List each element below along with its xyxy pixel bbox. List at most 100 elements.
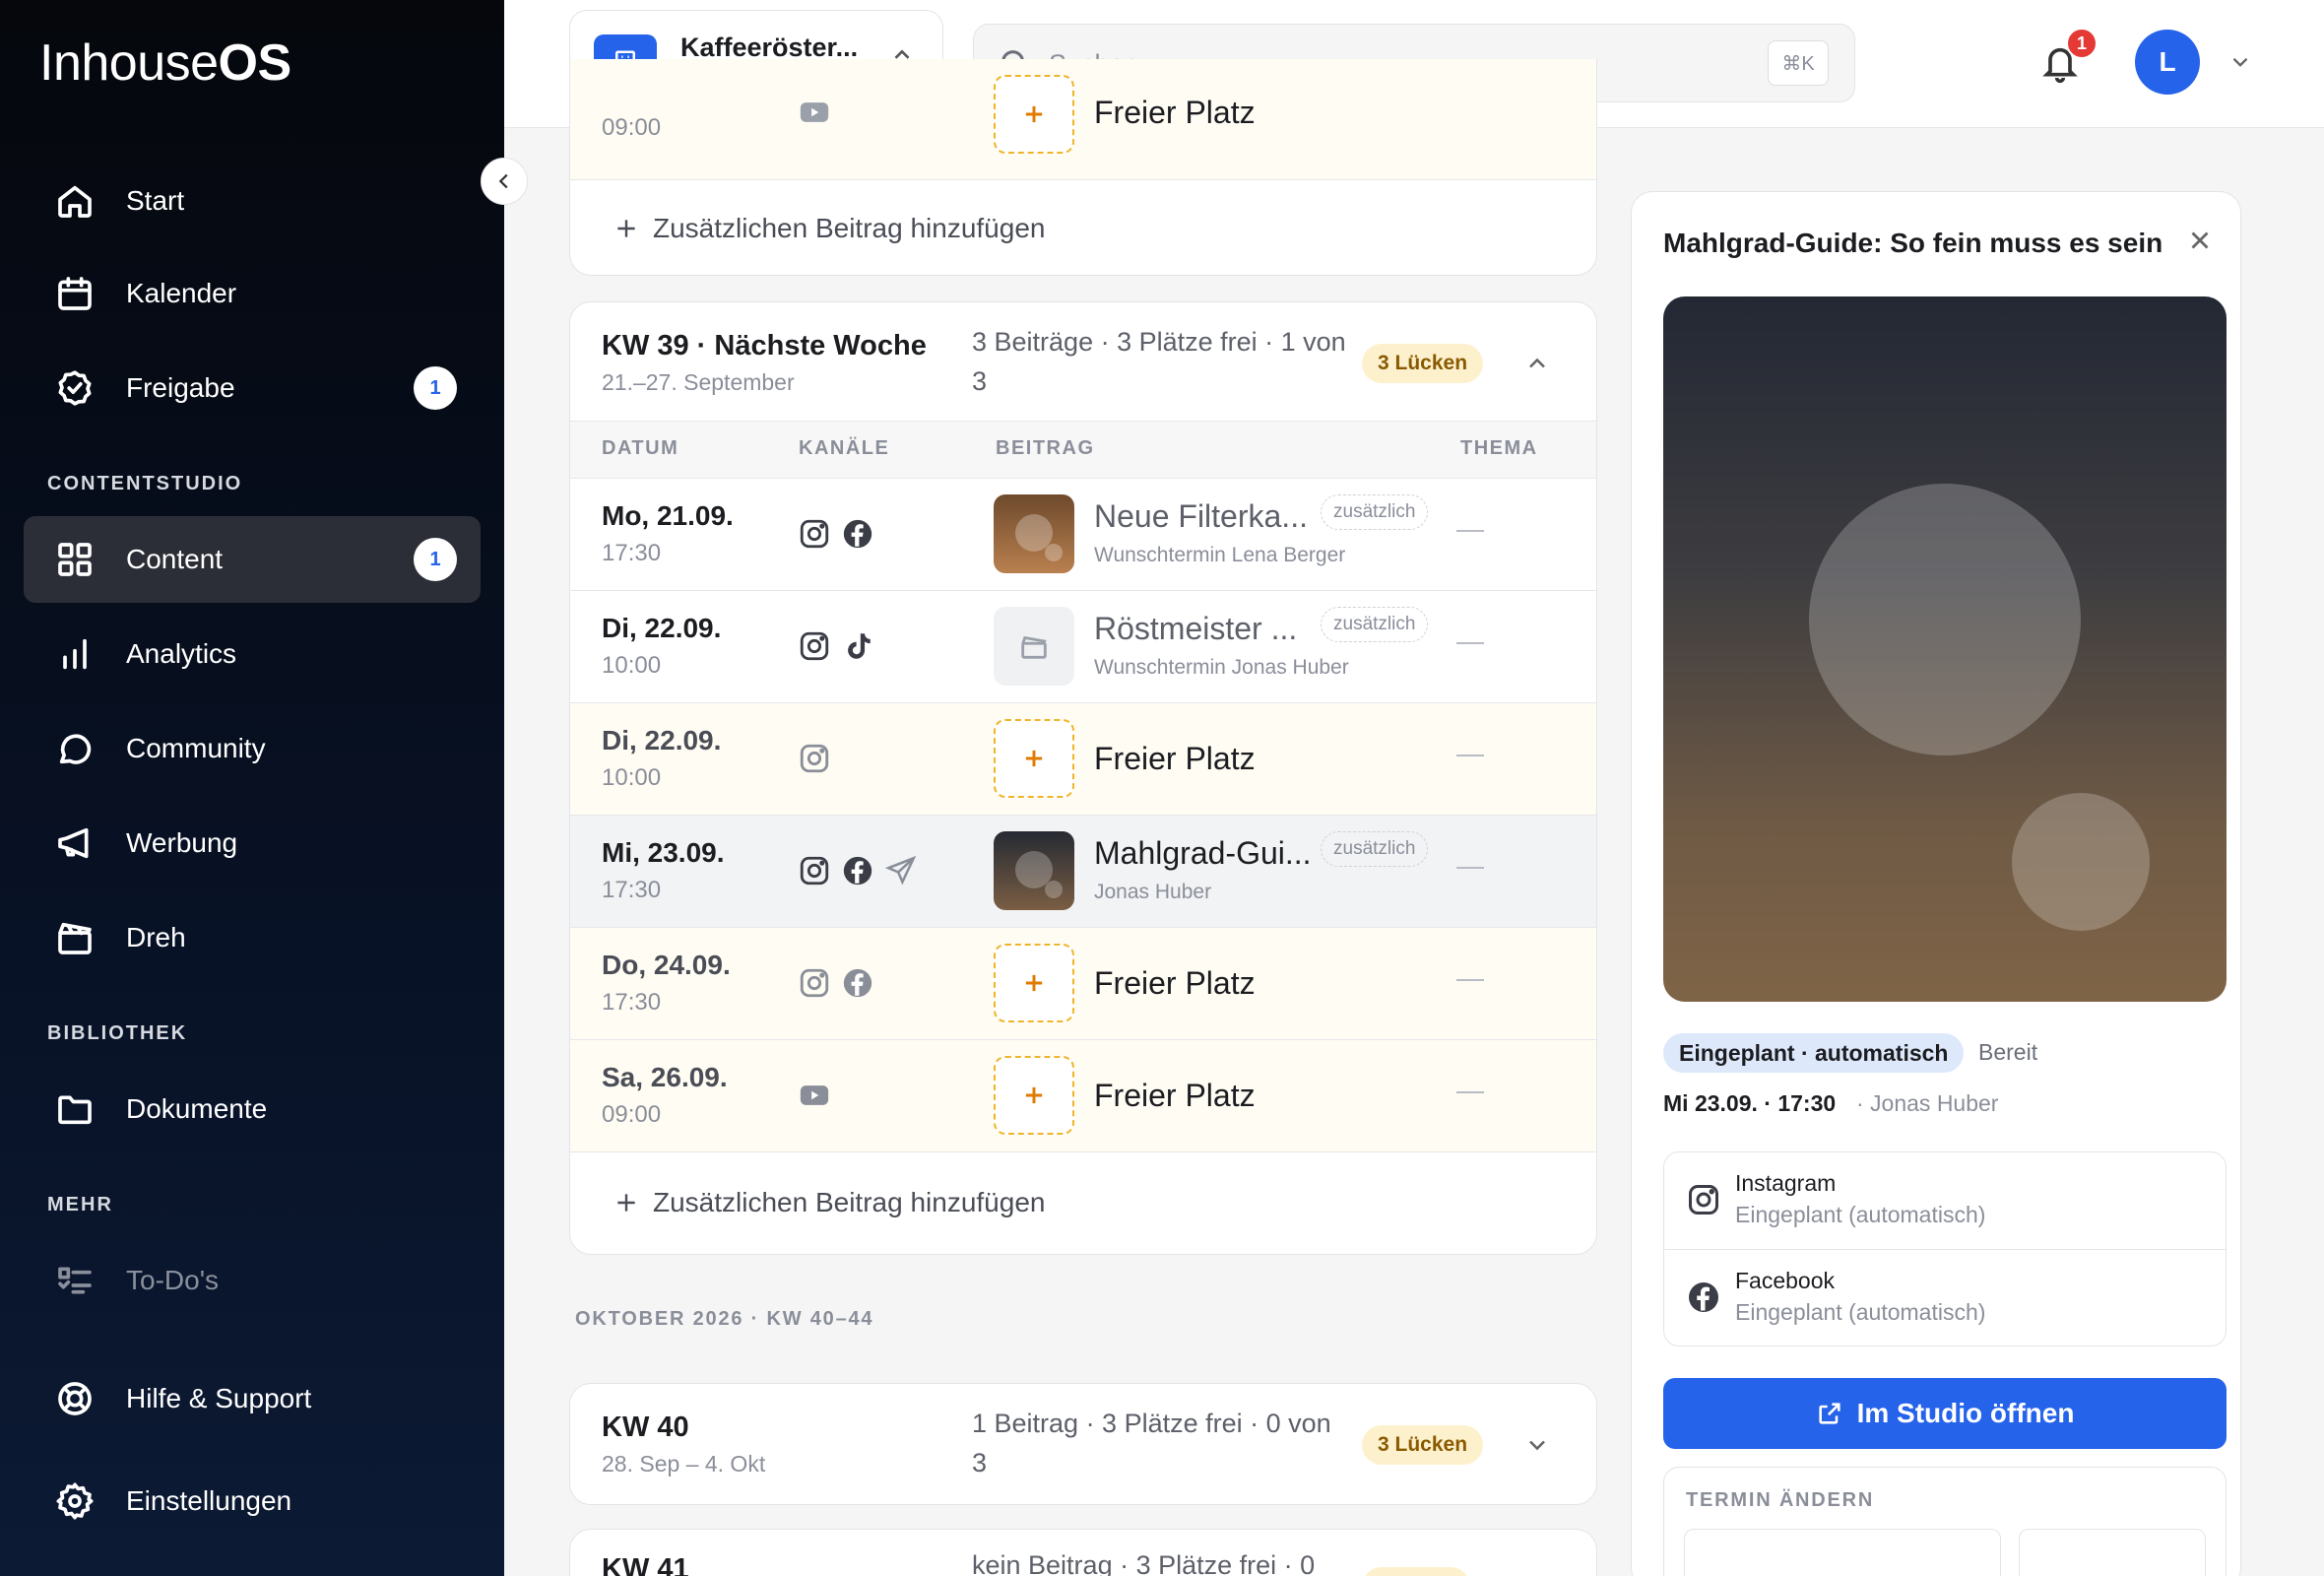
home-icon (53, 179, 97, 223)
sidebar-item-dokumente[interactable]: Dokumente (24, 1066, 481, 1152)
freigabe-badge: 1 (414, 366, 457, 410)
table-row[interactable]: Di, 22.09. 10:00 Freier Platz (570, 702, 1596, 815)
previous-week-card: 09:00 Freier Platz Zusätzlichen Beitrag … (569, 59, 1597, 276)
collapse-sidebar-button[interactable] (481, 158, 528, 205)
sidebar-item-dreh[interactable]: Dreh (24, 894, 481, 981)
gaps-badge: 3 Lücken (1362, 1425, 1484, 1465)
week-stats: 3 Beiträge · 3 Plätze frei · 1 von 3 (972, 327, 1346, 396)
sidebar-item-start[interactable]: Start (24, 158, 481, 244)
table-row[interactable]: Mi, 23.09. 17:30 Mahlgrad-Gui... zusätzl… (570, 815, 1596, 927)
close-icon[interactable] (2185, 226, 2215, 260)
post-thumbnail[interactable] (994, 607, 1074, 686)
time-field[interactable] (2019, 1529, 2206, 1576)
section-label-mehr: MEHR (47, 1194, 113, 1215)
sidebar-item-community[interactable]: Community (24, 705, 481, 792)
week-card-kw41[interactable]: KW 41 kein Beitrag · 3 Plätze frei · 0 (569, 1529, 1597, 1576)
chevron-up-icon[interactable] (1523, 350, 1551, 382)
chat-bubble-icon (53, 727, 97, 770)
theme-empty (1456, 1091, 1484, 1093)
sidebar-item-einstellungen[interactable]: Einstellungen (24, 1458, 481, 1544)
sidebar-item-analytics[interactable]: Analytics (24, 611, 481, 697)
clapperboard-icon (1021, 635, 1047, 659)
table-row[interactable]: Mo, 21.09. 17:30 Neue Filterka... zusätz… (570, 478, 1596, 590)
gear-icon (53, 1479, 97, 1523)
facebook-icon (1686, 1280, 1721, 1320)
theme-empty (1456, 867, 1484, 869)
sidebar-item-hilfe[interactable]: Hilfe & Support (24, 1355, 481, 1442)
post-thumbnail[interactable] (994, 494, 1074, 573)
theme-empty (1456, 755, 1484, 756)
theme-empty (1456, 979, 1484, 981)
month-label: OKTOBER 2026 · KW 40–44 (575, 1308, 874, 1330)
add-post-button[interactable]: Zusätzlichen Beitrag hinzufügen (613, 213, 1045, 244)
post-title[interactable]: Freier Platz (1094, 1078, 1256, 1114)
shortcut-hint: ⌘K (1768, 40, 1829, 86)
post-title[interactable]: Neue Filterka... (1094, 498, 1308, 535)
week-card-kw40[interactable]: KW 40 28. Sep – 4. Okt 1 Beitrag · 3 Plä… (569, 1383, 1597, 1505)
post-title[interactable]: Freier Platz (1094, 965, 1256, 1002)
avatar[interactable]: L (2135, 30, 2200, 95)
check-circle-icon (53, 366, 97, 410)
brand-logo[interactable]: InhouseOS (39, 33, 291, 93)
plus-icon (1025, 974, 1043, 992)
gaps-badge: 3 Lücken (1362, 344, 1484, 383)
plus-icon (617, 220, 635, 237)
author: · Jonas Huber (1856, 1090, 1999, 1116)
sidebar-item-freigabe[interactable]: Freigabe 1 (24, 345, 481, 431)
sidebar-item-kalender[interactable]: Kalender (24, 250, 481, 337)
table-row[interactable]: Di, 22.09. 10:00 Röstmeister ... zusätzl… (570, 590, 1596, 702)
sidebar-item-werbung[interactable]: Werbung (24, 800, 481, 886)
free-slot-add[interactable] (994, 944, 1074, 1022)
status-badge: Eingeplant · automatisch (1663, 1033, 1965, 1073)
chevron-down-icon[interactable] (1523, 1431, 1551, 1464)
tag-zusaetzlich: zusätzlich (1321, 494, 1429, 530)
instagram-icon (797, 741, 832, 776)
add-post-button[interactable]: Zusätzlichen Beitrag hinzufügen (613, 1187, 1045, 1218)
instagram-icon (797, 628, 832, 664)
chevron-down-icon[interactable] (2227, 49, 2253, 80)
instagram-icon (797, 516, 832, 552)
theme-empty (1456, 642, 1484, 644)
send-icon (883, 853, 919, 888)
plus-icon (1025, 105, 1043, 123)
plus-icon (1025, 750, 1043, 767)
facebook-icon (840, 516, 875, 552)
checklist-icon (53, 1259, 97, 1302)
facebook-icon (840, 853, 875, 888)
week-title: KW 41 (602, 1553, 689, 1576)
theme-empty (1456, 530, 1484, 532)
date-field[interactable] (1684, 1529, 2001, 1576)
week-card-kw39: KW 39 · Nächste Woche 21.–27. September … (569, 301, 1597, 1255)
chevron-left-icon (498, 173, 508, 189)
clapperboard-icon (53, 916, 97, 959)
open-studio-button[interactable]: Im Studio öffnen (1663, 1378, 2227, 1449)
section-label-bibliothek: BIBLIOTHEK (47, 1022, 188, 1044)
post-preview-image[interactable] (1663, 296, 2227, 1002)
external-link-icon (1818, 1403, 1840, 1424)
content-badge: 1 (414, 538, 457, 581)
post-title[interactable]: Freier Platz (1094, 741, 1256, 777)
week-dates: 28. Sep – 4. Okt (602, 1451, 766, 1477)
table-header: DATUM KANÄLE BEITRAG THEMA (570, 421, 1596, 478)
free-slot-add[interactable] (994, 719, 1074, 798)
scheduled-date: Mi 23.09. · 17:30 (1663, 1090, 1837, 1116)
channel-list: Instagram Eingeplant (automatisch) Faceb… (1663, 1151, 2227, 1346)
free-slot-add[interactable] (994, 1056, 1074, 1135)
table-row[interactable]: Sa, 26.09. 09:00 Freier Platz (570, 1039, 1596, 1151)
sidebar-item-content[interactable]: Content 1 (24, 516, 481, 603)
table-row[interactable]: 09:00 Freier Platz (570, 59, 1596, 179)
channel-item-instagram[interactable]: Instagram Eingeplant (automatisch) (1664, 1152, 2226, 1249)
post-title[interactable]: Mahlgrad-Gui... (1094, 835, 1312, 872)
channel-item-facebook[interactable]: Facebook Eingeplant (automatisch) (1664, 1249, 2226, 1346)
tag-zusaetzlich: zusätzlich (1321, 831, 1429, 867)
post-title[interactable]: Röstmeister ... (1094, 611, 1297, 647)
youtube-icon (797, 1078, 832, 1113)
sidebar-item-todos[interactable]: To-Do's (24, 1237, 481, 1324)
free-slot-add[interactable] (994, 75, 1074, 154)
notification-badge: 1 (2066, 28, 2098, 59)
tiktok-icon (840, 628, 875, 664)
table-row[interactable]: Do, 24.09. 17:30 Freier Platz (570, 927, 1596, 1039)
megaphone-icon (53, 821, 97, 865)
post-thumbnail[interactable] (994, 831, 1074, 910)
instagram-icon (797, 965, 832, 1001)
